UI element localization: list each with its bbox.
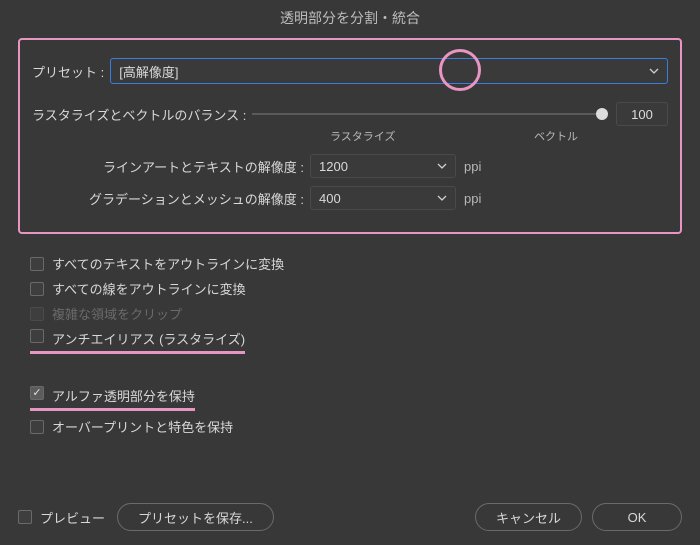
lineart-dropdown-button[interactable]: [429, 155, 455, 177]
checkbox-unchecked-icon: [30, 257, 44, 271]
gradient-resolution-select[interactable]: 400: [310, 186, 456, 210]
checkbox-unchecked-icon: [30, 282, 44, 296]
balance-row: ラスタライズとベクトルのバランス : 100: [32, 102, 668, 126]
balance-slider[interactable]: [252, 113, 606, 115]
balance-value[interactable]: 100: [616, 102, 668, 126]
check-clip-complex-label: 複雑な領域をクリップ: [52, 304, 182, 323]
gradient-value: 400: [319, 191, 341, 206]
check-antialias-row[interactable]: アンチエイリアス (ラスタライズ): [30, 329, 682, 354]
preset-select[interactable]: [高解像度]: [110, 58, 668, 84]
check-alpha-row[interactable]: ✓ アルファ透明部分を保持: [30, 386, 682, 411]
chevron-down-icon: [437, 193, 447, 203]
cancel-label: キャンセル: [496, 508, 561, 527]
annotation-box: プリセット : [高解像度] ラスタライズとベクトルのバランス :: [18, 38, 682, 234]
balance-sublabels: ラスタライズ ベクトル: [32, 128, 668, 144]
ok-label: OK: [628, 510, 647, 525]
checkbox-disabled-icon: [30, 307, 44, 321]
check-antialias-label: アンチエイリアス (ラスタライズ): [52, 329, 245, 348]
dialog-title: 透明部分を分割・統合: [0, 0, 700, 38]
checkbox-unchecked-icon: [18, 510, 32, 524]
check-stroke-outline-label: すべての線をアウトラインに変換: [52, 279, 246, 298]
preset-row: プリセット : [高解像度]: [32, 58, 668, 84]
dialog-footer: プレビュー プリセットを保存... キャンセル OK: [0, 503, 700, 531]
gradient-label: グラデーションとメッシュの解像度 :: [32, 189, 310, 208]
gradient-row: グラデーションとメッシュの解像度 : 400 ppi: [32, 186, 668, 210]
check-clip-complex-row: 複雑な領域をクリップ: [30, 304, 682, 323]
ok-button[interactable]: OK: [592, 503, 682, 531]
balance-label: ラスタライズとベクトルのバランス :: [32, 105, 246, 124]
check-alpha-label: アルファ透明部分を保持: [52, 386, 195, 405]
chevron-down-icon: [437, 161, 447, 171]
preset-label: プリセット :: [32, 62, 104, 81]
slider-thumb[interactable]: [596, 108, 608, 120]
checkbox-list: すべてのテキストをアウトラインに変換 すべての線をアウトラインに変換 複雑な領域…: [18, 242, 682, 436]
checkbox-unchecked-icon: [30, 329, 44, 343]
balance-vector-label: ベクトル: [534, 128, 578, 144]
lineart-unit: ppi: [464, 159, 481, 174]
preset-value: [高解像度]: [119, 62, 178, 81]
save-preset-label: プリセットを保存...: [138, 508, 253, 527]
dialog-content: プリセット : [高解像度] ラスタライズとベクトルのバランス :: [0, 38, 700, 436]
checkbox-unchecked-icon: [30, 420, 44, 434]
check-text-outline-row[interactable]: すべてのテキストをアウトラインに変換: [30, 254, 682, 273]
preview-check-row[interactable]: プレビュー: [18, 508, 105, 527]
annotation-underline: ✓ アルファ透明部分を保持: [30, 386, 195, 411]
checkbox-checked-icon: ✓: [30, 386, 44, 400]
gradient-dropdown-button[interactable]: [429, 187, 455, 209]
balance-raster-label: ラスタライズ: [330, 128, 395, 144]
preset-dropdown-button[interactable]: [641, 59, 667, 83]
lineart-resolution-select[interactable]: 1200: [310, 154, 456, 178]
lineart-row: ラインアートとテキストの解像度 : 1200 ppi: [32, 154, 668, 178]
save-preset-button[interactable]: プリセットを保存...: [117, 503, 274, 531]
check-overprint-label: オーバープリントと特色を保持: [52, 417, 233, 436]
cancel-button[interactable]: キャンセル: [475, 503, 582, 531]
lineart-value: 1200: [319, 159, 348, 174]
check-text-outline-label: すべてのテキストをアウトラインに変換: [52, 254, 284, 273]
annotation-underline: アンチエイリアス (ラスタライズ): [30, 329, 245, 354]
gradient-unit: ppi: [464, 191, 481, 206]
check-overprint-row[interactable]: オーバープリントと特色を保持: [30, 417, 682, 436]
check-stroke-outline-row[interactable]: すべての線をアウトラインに変換: [30, 279, 682, 298]
chevron-down-icon: [649, 66, 659, 76]
lineart-label: ラインアートとテキストの解像度 :: [32, 157, 310, 176]
flatten-transparency-dialog: 透明部分を分割・統合 プリセット : [高解像度] ラスタライズとベクトル: [0, 0, 700, 545]
annotation-circle: [439, 49, 481, 91]
preview-label: プレビュー: [40, 508, 105, 527]
